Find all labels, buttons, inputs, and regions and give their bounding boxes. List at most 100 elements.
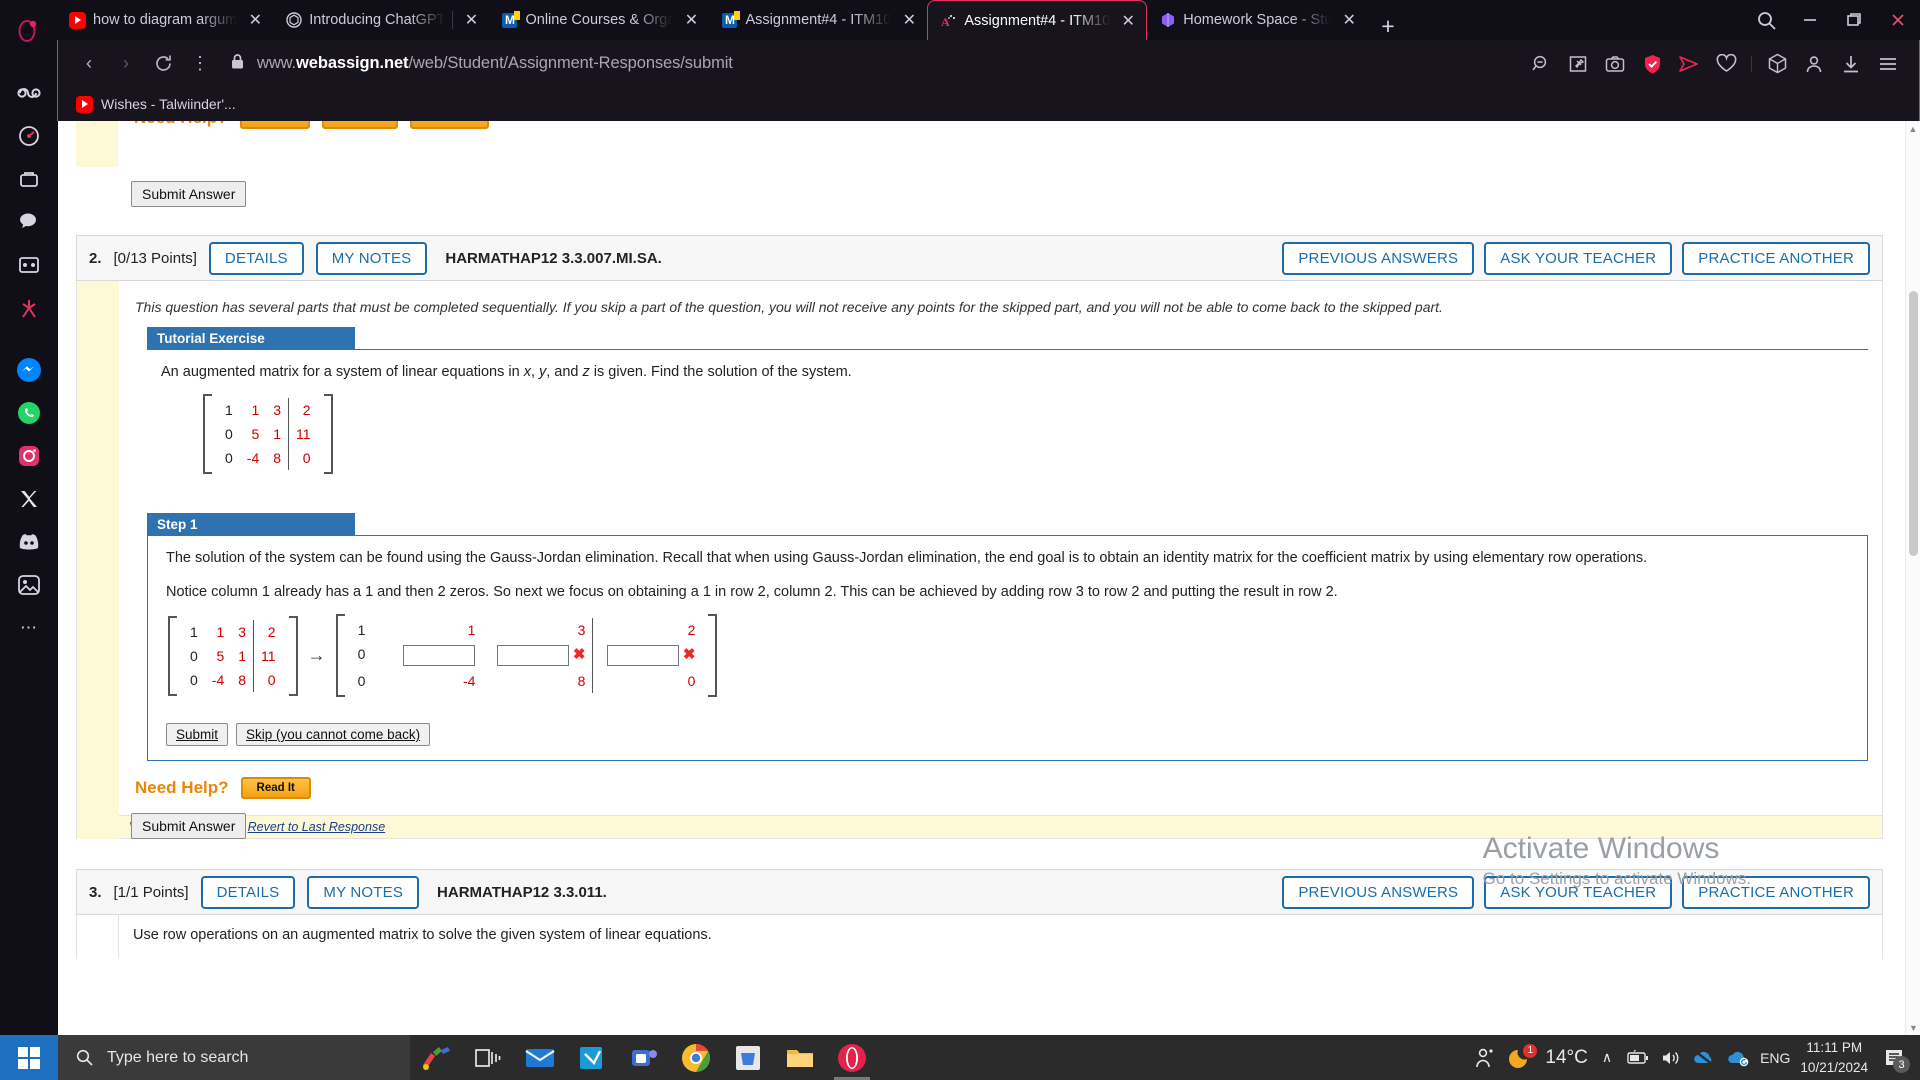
- chrome-icon[interactable]: [670, 1035, 722, 1080]
- close-icon[interactable]: ✕: [1340, 10, 1358, 30]
- search-icon[interactable]: [1744, 0, 1788, 40]
- scroll-up-arrow-icon[interactable]: ▲: [1906, 121, 1920, 136]
- profile-icon[interactable]: [1797, 47, 1831, 81]
- close-icon[interactable]: ✕: [1119, 11, 1137, 31]
- details-button[interactable]: DETAILS: [200, 875, 296, 909]
- send-icon[interactable]: [1672, 47, 1706, 81]
- close-icon[interactable]: ✕: [462, 10, 480, 30]
- workspaces-icon[interactable]: [12, 162, 46, 196]
- heart-icon[interactable]: [1709, 47, 1743, 81]
- opera-icon[interactable]: [826, 1035, 878, 1080]
- scroll-down-arrow-icon[interactable]: ▼: [1906, 1020, 1920, 1035]
- previous-answers-button[interactable]: PREVIOUS ANSWERS: [1282, 875, 1475, 909]
- master-it-button[interactable]: Master It: [410, 121, 490, 129]
- watch-it-button[interactable]: Watch It: [321, 121, 399, 129]
- ask-your-teacher-button[interactable]: ASK YOUR TEACHER: [1484, 241, 1673, 275]
- close-icon[interactable]: ✕: [246, 10, 264, 30]
- fitness-icon[interactable]: [12, 291, 46, 325]
- answer-input-r2c4[interactable]: [606, 645, 679, 666]
- browser-tab-5[interactable]: Homework Space - Stu ✕: [1147, 0, 1367, 40]
- submit-answer-button-q1[interactable]: Submit Answer: [131, 181, 247, 207]
- store-icon[interactable]: [722, 1035, 774, 1080]
- weather-moon-icon[interactable]: 1: [1507, 1043, 1538, 1071]
- more-icon[interactable]: ⋯: [12, 611, 46, 645]
- player-icon[interactable]: [12, 248, 46, 282]
- browser-tab-1[interactable]: Introducing ChatGPT ✕: [273, 0, 489, 40]
- ask-your-teacher-button[interactable]: ASK YOUR TEACHER: [1484, 875, 1673, 909]
- adblock-shield-icon[interactable]: [1635, 47, 1669, 81]
- sticky-notes-icon[interactable]: [566, 1035, 618, 1080]
- browser-tab-4-active[interactable]: A Assignment#4 - ITM10 ✕: [927, 0, 1148, 40]
- file-explorer-icon[interactable]: [774, 1035, 826, 1080]
- cube-icon[interactable]: [1760, 47, 1794, 81]
- back-button[interactable]: ‹: [72, 47, 106, 81]
- page-menu-dots-icon[interactable]: ⋮: [183, 47, 217, 81]
- matrix-cell-input-r2c4[interactable]: ✖: [592, 642, 702, 669]
- step1-target-matrix[interactable]: 1 1 3 2 0 ✖ ✖ 0 -4 8 0: [335, 614, 718, 697]
- discord-icon[interactable]: [12, 525, 46, 559]
- taskbar-search-box[interactable]: Type here to search: [58, 1035, 410, 1080]
- page-scrollbar[interactable]: ▲ ▼: [1905, 121, 1920, 1035]
- downloads-icon[interactable]: [1834, 47, 1868, 81]
- step-submit-button[interactable]: Submit: [166, 723, 229, 746]
- bookmarks-bar[interactable]: Wishes - Talwiinder'...: [57, 87, 1920, 121]
- snapshot-icon[interactable]: [1598, 47, 1632, 81]
- minimize-icon[interactable]: [1788, 0, 1832, 40]
- aria-ai-icon[interactable]: [12, 119, 46, 153]
- onedrive-sync-icon[interactable]: [1726, 1049, 1750, 1067]
- opera-logo-icon[interactable]: [12, 14, 46, 48]
- reload-button[interactable]: [146, 47, 180, 81]
- my-notes-button[interactable]: MY NOTES: [315, 241, 428, 275]
- bookmark-item[interactable]: Wishes - Talwiinder'...: [76, 95, 236, 113]
- paint-3d-icon[interactable]: [410, 1035, 462, 1080]
- read-it-button[interactable]: Read It: [239, 121, 310, 129]
- pinterest-icon[interactable]: [12, 568, 46, 602]
- previous-answers-button[interactable]: PREVIOUS ANSWERS: [1282, 241, 1475, 275]
- practice-another-button[interactable]: PRACTICE ANOTHER: [1682, 875, 1870, 909]
- messenger-icon[interactable]: [12, 353, 46, 387]
- onedrive-offline-icon[interactable]: [1692, 1049, 1716, 1067]
- restore-icon[interactable]: [1832, 0, 1876, 40]
- matrix-cell-input-r2c3[interactable]: ✖: [482, 642, 592, 669]
- messenger-chat-icon[interactable]: [12, 205, 46, 239]
- system-tray[interactable]: 1 14°C ∧ ENG 11:11 PM 10/21/2024 3: [1472, 1035, 1920, 1080]
- close-icon[interactable]: ✕: [682, 10, 700, 30]
- my-notes-button[interactable]: MY NOTES: [307, 875, 420, 909]
- forward-button[interactable]: ›: [109, 47, 143, 81]
- zoom-out-icon[interactable]: [1524, 47, 1558, 81]
- opera-sidebar[interactable]: ⋯: [0, 0, 57, 1035]
- address-bar[interactable]: ‹ › ⋮ www.webassign.net/web/Student/Assi…: [57, 40, 1920, 87]
- details-button[interactable]: DETAILS: [208, 241, 304, 275]
- answer-input-r2c2[interactable]: [403, 645, 476, 666]
- read-it-button[interactable]: Read It: [240, 777, 311, 799]
- start-icon[interactable]: [0, 1035, 58, 1080]
- clock[interactable]: 11:11 PM 10/21/2024: [1800, 1038, 1868, 1077]
- menu-icon[interactable]: [1871, 47, 1905, 81]
- teams-icon[interactable]: [618, 1035, 670, 1080]
- close-icon[interactable]: ✕: [900, 10, 918, 30]
- step-skip-button[interactable]: Skip (you cannot come back): [236, 723, 431, 746]
- battery-icon[interactable]: [1626, 1049, 1650, 1066]
- browser-tab-0[interactable]: how to diagram argum ✕: [57, 0, 273, 40]
- whatsapp-icon[interactable]: [12, 396, 46, 430]
- pin-page-icon[interactable]: [1561, 47, 1595, 81]
- mail-icon[interactable]: [514, 1035, 566, 1080]
- page-viewport[interactable]: Need Help? Read It Watch It Master It Su…: [58, 121, 1919, 1035]
- browser-tab-2[interactable]: M Online Courses & Orga ✕: [489, 0, 709, 40]
- instagram-icon[interactable]: [12, 439, 46, 473]
- games-icon[interactable]: [12, 76, 46, 110]
- notifications-icon[interactable]: 3: [1878, 1035, 1910, 1080]
- answer-input-r2c3[interactable]: [496, 645, 569, 666]
- people-icon[interactable]: [1472, 1047, 1497, 1069]
- task-view-icon[interactable]: [462, 1035, 514, 1080]
- volume-icon[interactable]: [1660, 1049, 1682, 1067]
- close-icon[interactable]: [1876, 0, 1920, 40]
- submit-answer-button-q2[interactable]: Submit Answer: [131, 813, 247, 839]
- show-hidden-icons-chevron[interactable]: ∧: [1598, 1049, 1616, 1066]
- windows-taskbar[interactable]: Type here to search 1 14°C ∧ ENG 11:11 P…: [0, 1035, 1920, 1080]
- new-tab-button[interactable]: +: [1367, 13, 1408, 40]
- language-indicator[interactable]: ENG: [1760, 1050, 1790, 1066]
- practice-another-button[interactable]: PRACTICE ANOTHER: [1682, 241, 1870, 275]
- matrix-cell-input-r2c2[interactable]: [372, 642, 482, 669]
- window-controls[interactable]: [1744, 0, 1920, 40]
